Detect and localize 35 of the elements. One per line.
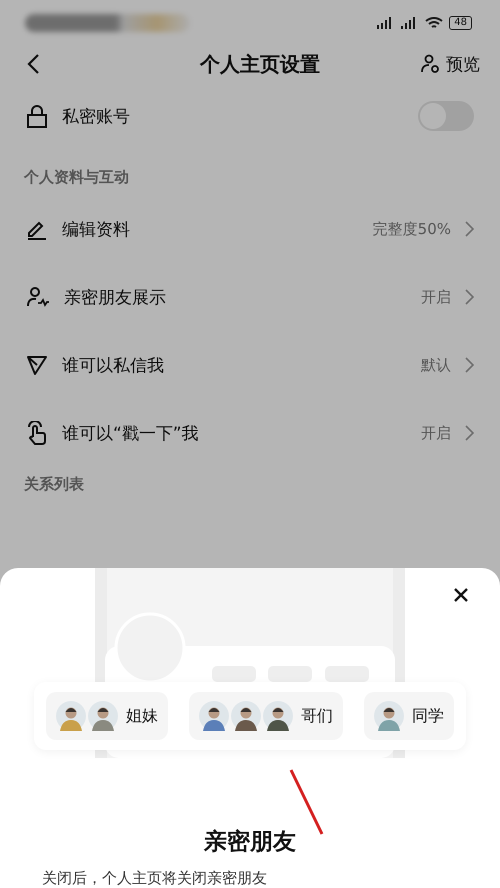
lock-icon	[26, 104, 48, 128]
setting-label: 谁可以“戳一下”我	[62, 422, 200, 444]
setting-value: 完整度50%	[372, 220, 451, 238]
chevron-right-icon	[465, 221, 474, 237]
battery-level: 48	[449, 16, 472, 30]
setting-label: 编辑资料	[62, 218, 131, 240]
settings-row[interactable]: 谁可以私信我 默认	[0, 331, 500, 399]
person-icon	[420, 54, 440, 74]
setting-label: 亲密朋友展示	[64, 286, 167, 308]
setting-value: 开启	[421, 288, 451, 306]
settings-row[interactable]: 谁可以“戳一下”我 开启	[0, 399, 500, 467]
back-icon[interactable]	[26, 53, 40, 75]
send-icon	[26, 354, 48, 376]
setting-label: 谁可以私信我	[62, 354, 165, 376]
page-title: 个人主页设置	[198, 50, 321, 78]
setting-label: 私密账号	[62, 106, 131, 128]
settings-row[interactable]: 编辑资料 完整度50%	[0, 195, 500, 263]
setting-value: 默认	[421, 356, 451, 374]
chevron-right-icon	[465, 289, 474, 305]
person-icon	[26, 286, 50, 308]
hand-icon	[26, 421, 48, 445]
preview-button[interactable]: 预览	[420, 52, 480, 76]
friend-group-chip[interactable]: 同学	[364, 692, 454, 740]
close-button[interactable]	[452, 586, 470, 604]
settings-row[interactable]: 亲密朋友展示 开启	[0, 263, 500, 331]
section-heading: 关系列表	[22, 474, 85, 495]
friend-group-chip[interactable]: 姐妹	[46, 692, 168, 740]
setting-value: 开启	[421, 424, 451, 442]
sheet-description: 关闭后，个人主页将关闭亲密朋友	[41, 869, 267, 888]
friend-group-chip[interactable]: 哥们	[189, 692, 343, 740]
sheet-title: 亲密朋友	[204, 828, 296, 857]
chevron-right-icon	[465, 357, 474, 373]
wifi-icon	[425, 16, 444, 30]
chevron-right-icon	[465, 425, 474, 441]
section-heading: 个人资料与互动	[22, 167, 130, 188]
